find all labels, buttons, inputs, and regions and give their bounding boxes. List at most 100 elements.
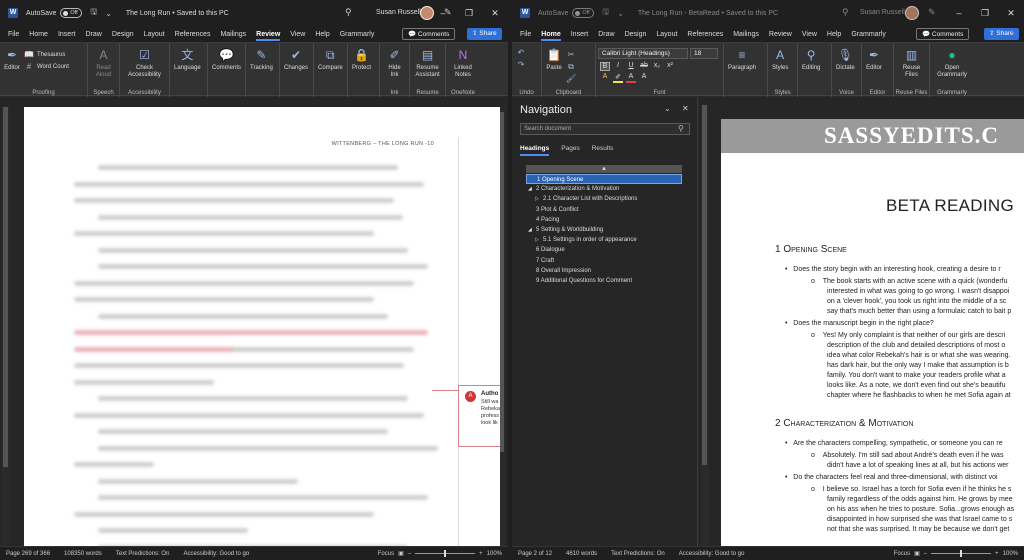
text-effects-button[interactable]: A [600,73,610,83]
font-color-button[interactable]: A [626,73,636,83]
word-count-button[interactable]: # Word Count [22,62,71,72]
expand-arrow-icon[interactable]: ◢ [528,225,536,235]
menu-home[interactable]: Home [29,31,48,38]
grow-font-button[interactable]: A [639,73,649,83]
thesaurus-button[interactable]: 📖 Thesaurus [22,50,71,60]
text-predictions[interactable]: Text Predictions: On [611,551,665,557]
chevron-down-icon[interactable]: ⌄ [664,104,671,113]
tab-pages[interactable]: Pages [561,145,579,156]
word-count[interactable]: 4610 words [566,551,597,557]
maximize-icon[interactable]: ❐ [456,0,482,26]
menu-design[interactable]: Design [625,31,647,38]
zoom-in-icon[interactable]: + [479,551,483,557]
menu-design[interactable]: Design [112,31,134,38]
superscript-button[interactable]: x² [665,62,675,71]
menu-home[interactable]: Home [541,31,562,41]
pen-icon[interactable]: ✎ [928,7,936,18]
close-icon[interactable]: ✕ [482,0,508,26]
nav-heading-item[interactable]: 1 Opening Scene [526,174,682,185]
scroll-thumb[interactable] [702,105,707,465]
menu-mailings[interactable]: Mailings [220,31,246,38]
menu-view[interactable]: View [290,31,305,38]
zoom-out-icon[interactable]: – [924,551,927,557]
text-predictions[interactable]: Text Predictions: On [116,551,170,557]
menu-references[interactable]: References [175,31,211,38]
save-icon[interactable]: 🖫 [602,6,609,20]
user-name[interactable]: Susan Russell [376,9,421,16]
page-count[interactable]: Page 269 of 366 [6,551,50,557]
menu-view[interactable]: View [802,31,817,38]
subscript-button[interactable]: x₂ [652,62,662,71]
menu-grammarly[interactable]: Grammarly [851,31,886,38]
nav-heading-item[interactable]: ◢ 5 Setting & Worldbuilding [526,225,682,235]
format-painter-button[interactable]: 🖌 [564,74,581,84]
menu-grammarly[interactable]: Grammarly [340,31,375,38]
minimize-icon[interactable]: – [430,0,456,26]
menu-review[interactable]: Review [769,31,792,38]
comments-button[interactable]: 💬 Comments [402,28,456,40]
page-count[interactable]: Page 2 of 12 [518,551,552,557]
accessibility-status[interactable]: Accessibility: Good to go [679,551,745,557]
zoom-in-icon[interactable]: + [995,551,999,557]
close-icon[interactable]: ✕ [998,0,1024,26]
zoom-level[interactable]: 100% [1003,551,1018,557]
autosave-toggle[interactable]: Off [60,8,83,18]
menu-insert[interactable]: Insert [571,31,589,38]
autosave-toggle[interactable]: Off [572,8,595,18]
italic-button[interactable]: I [613,62,623,71]
tab-results[interactable]: Results [592,145,614,156]
share-button[interactable]: ⇪ Share [984,28,1019,40]
search-icon[interactable]: ⚲ [345,7,352,18]
document-page[interactable]: WITTENBERG – THE LONG RUN -10 A Autho St… [24,107,500,547]
zoom-out-icon[interactable]: – [408,551,411,557]
print-layout-icon[interactable]: ▣ [398,550,404,557]
copy-button[interactable]: ⧉ [564,62,581,72]
highlight-icon[interactable]: ✐ [613,73,623,83]
font-size-input[interactable]: 18 [690,48,718,59]
cut-button[interactable]: ✂ [564,50,581,60]
menu-insert[interactable]: Insert [58,31,76,38]
nav-heading-item[interactable]: ▷ 2.1 Character List with Descriptions [526,194,682,204]
left-scrollbar[interactable] [2,107,10,546]
avatar[interactable] [905,6,919,20]
collapse-up-icon[interactable]: ▲ [526,165,682,173]
tab-headings[interactable]: Headings [520,145,550,156]
tracking-button[interactable]: ✎ Tracking [248,45,275,97]
zoom-level[interactable]: 100% [487,551,502,557]
strikethrough-button[interactable]: ab [639,62,649,71]
zoom-slider[interactable] [415,550,476,557]
expand-arrow-icon[interactable]: ▷ [535,194,543,204]
menu-layout[interactable]: Layout [144,31,165,38]
customize-toolbar-icon[interactable]: ⌄ [617,9,624,18]
menu-draw[interactable]: Draw [598,31,614,38]
comments-ribbon-button[interactable]: 💬 Comments [210,45,243,97]
close-icon[interactable]: ✕ [682,104,689,113]
nav-heading-item[interactable]: ◢ 2 Characterization & Motivation [526,184,682,194]
scroll-thumb[interactable] [3,107,8,467]
customize-toolbar-icon[interactable]: ⌄ [105,9,112,18]
expand-arrow-icon[interactable]: ◢ [528,184,536,194]
search-icon[interactable]: ⚲ [678,124,684,133]
comment-balloon[interactable]: A Autho Still wa Rebeka profess look lik [458,385,500,447]
undo-button[interactable]: ↶ [514,48,531,58]
save-icon[interactable]: 🖫 [90,6,97,20]
nav-heading-item[interactable]: 6 Dialogue [526,245,682,255]
nav-heading-item[interactable]: 8 Overall Impression [526,266,682,276]
maximize-icon[interactable]: ❐ [972,0,998,26]
search-icon[interactable]: ⚲ [842,7,849,18]
zoom-slider[interactable] [931,550,992,557]
menu-layout[interactable]: Layout [656,31,677,38]
editing-button[interactable]: ⚲ Editing [800,45,822,97]
accessibility-status[interactable]: Accessibility: Good to go [183,551,249,557]
comments-button[interactable]: 💬 Comments [916,28,970,40]
paragraph-button[interactable]: ≡ Paragraph [726,45,758,97]
focus-button[interactable]: Focus [378,551,394,557]
nav-heading-item[interactable]: 9 Additional Questions for Comment [526,276,682,286]
menu-file[interactable]: File [8,31,19,38]
menu-review[interactable]: Review [256,31,281,41]
language-button[interactable]: 文 Language [172,45,203,97]
navigation-search-input[interactable]: Search document [520,123,690,135]
left-scrollbar[interactable] [701,105,709,546]
expand-arrow-icon[interactable]: ▷ [535,235,543,245]
minimize-icon[interactable]: – [946,0,972,26]
